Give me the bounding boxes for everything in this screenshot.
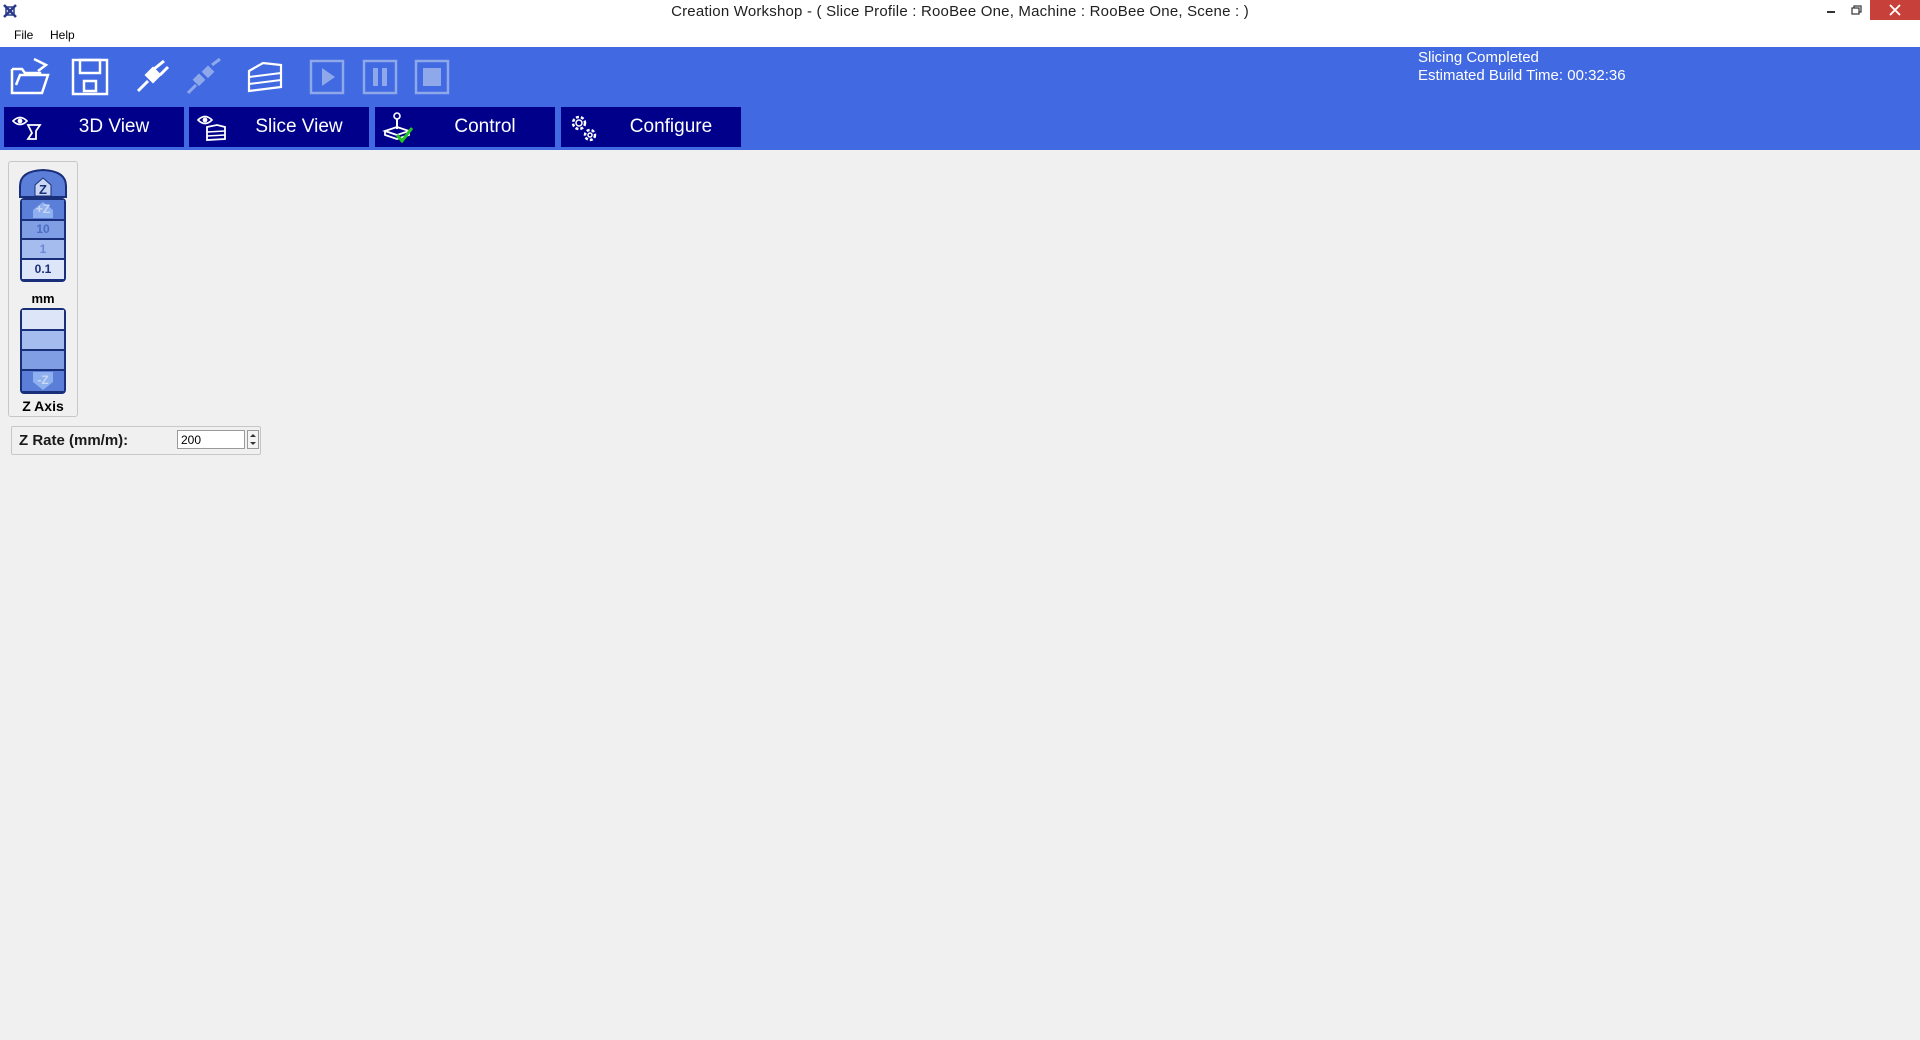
play-icon[interactable] — [305, 55, 349, 99]
toolbar: Slicing Completed Estimated Build Time: … — [0, 47, 1920, 150]
z-axis-panel: Z +Z 10 1 0.1 mm -Z Z Axis — [8, 161, 78, 417]
minimize-button[interactable] — [1818, 0, 1844, 20]
close-button[interactable] — [1870, 0, 1920, 20]
tab-3d-view[interactable]: 3D View — [4, 107, 184, 147]
joystick-icon — [382, 112, 413, 143]
restore-button[interactable] — [1844, 0, 1870, 20]
save-icon[interactable] — [68, 55, 112, 99]
tab-slice-view-label: Slice View — [255, 116, 343, 137]
tab-control-label: Control — [454, 116, 516, 137]
eye-slice-icon — [196, 115, 226, 141]
z-up-button[interactable]: +Z — [17, 202, 69, 216]
z-home-label: Z — [39, 182, 47, 197]
z-down-step-1-button[interactable] — [17, 331, 69, 349]
disconnect-icon[interactable] — [182, 55, 226, 99]
tab-configure-label: Configure — [629, 116, 713, 137]
z-unit-label: mm — [31, 291, 55, 306]
eye-3d-icon — [11, 116, 42, 140]
tab-slice-view[interactable]: Slice View — [189, 107, 369, 147]
gears-icon — [571, 115, 597, 142]
tab-3d-view-label: 3D View — [78, 116, 150, 137]
z-rate-group: Z Rate (mm/m): — [11, 426, 261, 455]
z-step-labels: +Z 10 1 0.1 — [17, 198, 69, 284]
z-down-labels: -Z — [17, 308, 69, 396]
slice-icon[interactable] — [243, 55, 287, 99]
z-rate-input[interactable] — [177, 430, 245, 449]
z-axis-title: Z Axis — [22, 398, 64, 414]
stop-icon[interactable] — [410, 55, 454, 99]
z-down-step-01-button[interactable] — [17, 310, 69, 329]
z-down-button[interactable]: -Z — [17, 373, 69, 387]
z-rate-spinner[interactable] — [247, 430, 259, 449]
z-step-01-button[interactable]: 0.1 — [17, 262, 69, 276]
menu-file[interactable]: File — [12, 23, 35, 47]
z-rate-label: Z Rate (mm/m): — [19, 432, 129, 449]
z-home-button[interactable]: Z — [17, 168, 69, 198]
tab-control[interactable]: Control — [375, 107, 555, 147]
menu-help[interactable]: Help — [48, 23, 77, 47]
pause-icon[interactable] — [358, 55, 402, 99]
z-step-1-button[interactable]: 1 — [17, 242, 69, 256]
menu-bar: File Help — [0, 23, 1920, 47]
z-down-step-10-button[interactable] — [17, 351, 69, 369]
connect-icon[interactable] — [130, 55, 174, 99]
window-title: Creation Workshop - ( Slice Profile : Ro… — [671, 3, 1249, 20]
z-step-10-button[interactable]: 10 — [17, 222, 69, 236]
slicing-status: Slicing Completed Estimated Build Time: … — [1418, 49, 1626, 85]
status-line-1: Slicing Completed — [1418, 49, 1539, 66]
status-build-time: Estimated Build Time: 00:32:36 — [1418, 67, 1626, 84]
open-folder-icon[interactable] — [8, 55, 52, 99]
title-bar: Creation Workshop - ( Slice Profile : Ro… — [0, 0, 1920, 23]
tab-configure[interactable]: Configure — [561, 107, 741, 147]
